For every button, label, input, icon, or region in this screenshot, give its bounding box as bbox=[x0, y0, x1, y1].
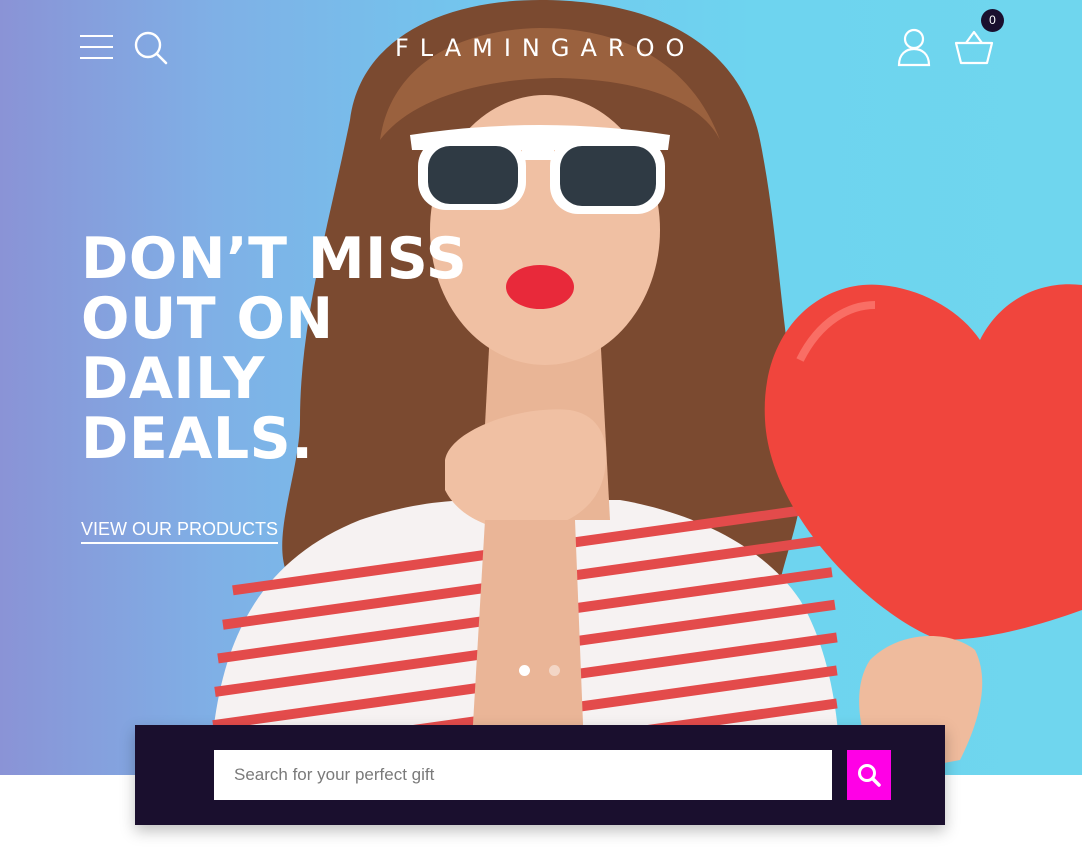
user-icon bbox=[897, 28, 931, 67]
site-header: FLAMINGAROO 0 bbox=[0, 0, 1082, 95]
gift-search-input[interactable] bbox=[214, 750, 832, 800]
hero-headline: DON’T MISS OUT ON DAILY DEALS. bbox=[81, 229, 481, 469]
slider-dot-active[interactable] bbox=[519, 665, 530, 676]
headline-line: DON’T MISS bbox=[81, 226, 468, 292]
header-search-button[interactable] bbox=[132, 29, 168, 65]
headline-line: DEALS. bbox=[81, 406, 314, 472]
search-icon bbox=[134, 31, 168, 65]
menu-icon bbox=[80, 35, 113, 37]
search-submit-button[interactable] bbox=[847, 750, 891, 800]
site-logo[interactable]: FLAMINGAROO bbox=[395, 34, 685, 62]
search-icon bbox=[858, 764, 881, 787]
lips-shape bbox=[506, 265, 574, 309]
cart-count-badge: 0 bbox=[981, 9, 1004, 32]
menu-icon-middle-line bbox=[80, 46, 113, 48]
account-button[interactable] bbox=[896, 27, 932, 67]
view-products-link[interactable]: VIEW OUR PRODUCTS bbox=[81, 519, 279, 544]
slider-dot[interactable] bbox=[549, 665, 560, 676]
headline-line: OUT ON bbox=[81, 286, 334, 352]
menu-icon-bottom-line bbox=[80, 57, 113, 59]
basket-icon bbox=[954, 30, 994, 65]
menu-button[interactable] bbox=[80, 32, 114, 62]
cart-button[interactable] bbox=[953, 28, 995, 66]
headline-line: DAILY bbox=[81, 346, 265, 412]
gift-search-bar bbox=[135, 725, 945, 825]
